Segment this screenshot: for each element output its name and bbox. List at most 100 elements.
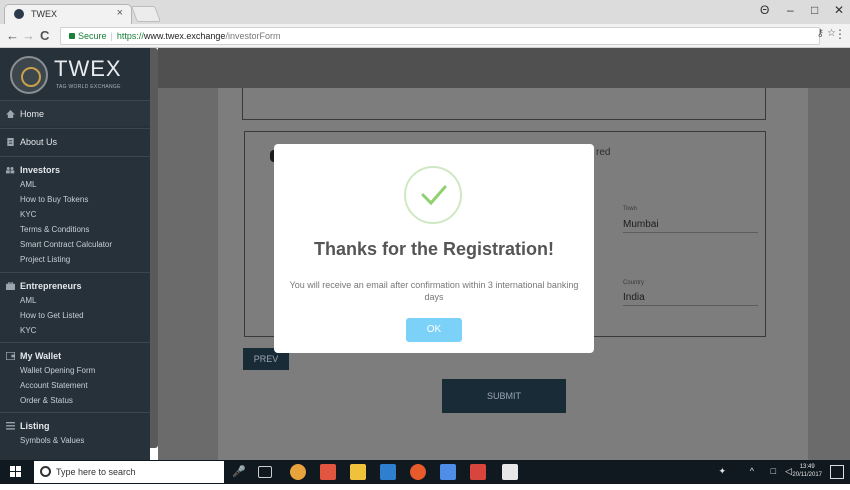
top-header-band bbox=[158, 48, 850, 88]
sidebar-group-entrepreneurs: Entrepreneurs AML How to Get Listed KYC bbox=[0, 272, 150, 342]
address-bar[interactable]: Secure | https://www.twex.exchange/investo… bbox=[60, 27, 820, 45]
home-icon bbox=[6, 110, 15, 118]
sidebar-subitem[interactable]: KYC bbox=[0, 207, 150, 222]
sidebar-subitem[interactable]: Terms & Conditions bbox=[0, 222, 150, 237]
form-section-previous bbox=[242, 88, 766, 120]
taskbar-search-placeholder: Type here to search bbox=[56, 467, 136, 477]
dialog-message: You will receive an email after confirma… bbox=[289, 280, 579, 302]
address-separator: | bbox=[110, 31, 113, 41]
browser-tab-strip: TWEX × Θ – □ ✕ bbox=[0, 0, 850, 24]
office-app-icon[interactable] bbox=[320, 464, 336, 480]
country-label: Country bbox=[623, 280, 645, 286]
town-label: Town bbox=[623, 206, 638, 212]
sidebar-subitem[interactable]: How to Get Listed bbox=[0, 308, 150, 323]
twex-logo[interactable]: TWEX TAG WORLD EXCHANGE bbox=[10, 54, 148, 98]
close-window-button[interactable]: ✕ bbox=[834, 3, 844, 17]
network-icon[interactable]: □ bbox=[771, 466, 776, 490]
key-icon[interactable]: ⚷ bbox=[817, 28, 824, 39]
new-tab-button[interactable] bbox=[131, 6, 161, 22]
notes-app-icon[interactable] bbox=[440, 464, 456, 480]
url-scheme: https:// bbox=[116, 31, 144, 41]
taskbar-clock[interactable]: 13:49 20/11/2017 bbox=[792, 463, 822, 479]
vscode-app-icon[interactable] bbox=[380, 464, 396, 480]
checkmark-icon bbox=[421, 185, 447, 206]
clock-time: 13:49 bbox=[799, 464, 815, 470]
tray-overflow-icon[interactable]: ^ bbox=[750, 466, 754, 490]
sidebar-item-investors-label: Investors bbox=[20, 165, 61, 175]
sidebar-item-listing[interactable]: Listing bbox=[0, 419, 150, 433]
wallet-icon bbox=[6, 352, 15, 360]
sidebar-item-wallet-label: My Wallet bbox=[20, 351, 62, 361]
submit-button[interactable]: SUBMIT bbox=[442, 379, 566, 413]
sidebar-item-entrepreneurs-label: Entrepreneurs bbox=[20, 281, 82, 291]
sidebar-group-listing: Listing Symbols & Values bbox=[0, 412, 150, 460]
sidebar-item-entrepreneurs[interactable]: Entrepreneurs bbox=[0, 279, 150, 293]
tab-close-icon[interactable]: × bbox=[117, 7, 123, 19]
sidebar-item-wallet[interactable]: My Wallet bbox=[0, 349, 150, 363]
windows-start-icon[interactable] bbox=[10, 466, 22, 478]
microphone-icon[interactable]: 🎤 bbox=[232, 465, 246, 478]
logo-subtitle: TAG WORLD EXCHANGE bbox=[56, 84, 121, 90]
document-icon bbox=[7, 138, 14, 146]
secure-label: Secure bbox=[78, 31, 107, 41]
cortana-circle-icon bbox=[40, 466, 51, 477]
users-icon bbox=[6, 167, 15, 174]
sidebar-item-about-label: About Us bbox=[20, 137, 58, 147]
restore-button[interactable]: □ bbox=[811, 3, 818, 17]
town-field[interactable]: Mumbai bbox=[623, 219, 758, 233]
reload-icon[interactable]: C bbox=[40, 28, 49, 43]
minimize-button[interactable]: – bbox=[787, 3, 794, 17]
sidebar-subitem[interactable]: KYC bbox=[0, 323, 150, 338]
office-lens-icon[interactable] bbox=[470, 464, 486, 480]
registration-success-dialog: Thanks for the Registration! You will re… bbox=[274, 144, 594, 353]
tab-title: TWEX bbox=[31, 9, 57, 19]
action-center-icon[interactable] bbox=[830, 465, 844, 479]
sidebar-subitem[interactable]: Symbols & Values bbox=[0, 433, 150, 448]
chrome-app-icon[interactable] bbox=[290, 464, 306, 480]
browser-menu-icon[interactable]: ⋮ bbox=[834, 27, 846, 41]
logo-emblem-icon bbox=[10, 56, 48, 94]
ok-button[interactable]: OK bbox=[406, 318, 462, 342]
sidebar-subitem[interactable]: AML bbox=[0, 293, 150, 308]
success-check-circle bbox=[404, 166, 462, 224]
sidebar-subitem[interactable]: Account Statement bbox=[0, 378, 150, 393]
user-profile-icon[interactable]: Θ bbox=[760, 3, 769, 17]
file-explorer-icon[interactable] bbox=[350, 464, 366, 480]
sidebar-subitem[interactable]: Order & Status bbox=[0, 393, 150, 408]
sidebar-group-investors: Investors AML How to Buy Tokens KYC Term… bbox=[0, 156, 150, 272]
lock-icon bbox=[69, 33, 75, 39]
list-icon bbox=[6, 422, 15, 430]
country-field[interactable]: India bbox=[623, 292, 758, 306]
sidebar-item-about[interactable]: About Us bbox=[0, 128, 150, 154]
sidebar-scrollbar[interactable] bbox=[150, 48, 158, 448]
sidebar-subitem[interactable]: Project Listing bbox=[0, 252, 150, 267]
site-favicon-icon bbox=[14, 9, 24, 19]
sidebar-subitem[interactable]: How to Buy Tokens bbox=[0, 192, 150, 207]
url-host: www.twex.exchange bbox=[143, 31, 226, 41]
photos-app-icon[interactable] bbox=[502, 464, 518, 480]
sidebar-subitem[interactable]: Smart Contract Calculator bbox=[0, 237, 150, 252]
browser-tab[interactable]: TWEX × bbox=[4, 4, 132, 24]
windows-taskbar: Type here to search 🎤 ✦ ^ □ ◁ 13:49 20/1… bbox=[0, 460, 850, 484]
sidebar-item-home-label: Home bbox=[20, 109, 45, 119]
volume-icon[interactable]: ◁ bbox=[785, 466, 792, 490]
back-arrow-icon[interactable]: ← bbox=[6, 28, 19, 43]
forward-arrow-icon[interactable]: → bbox=[22, 28, 35, 43]
sidebar-subitem[interactable]: AML bbox=[0, 177, 150, 192]
url-path: /investorForm bbox=[225, 31, 281, 41]
logo-title: TWEX bbox=[54, 56, 122, 81]
taskbar-search-input[interactable]: Type here to search bbox=[34, 461, 224, 483]
sidebar-group-wallet: My Wallet Wallet Opening Form Account St… bbox=[0, 342, 150, 412]
people-icon[interactable]: ✦ bbox=[718, 466, 726, 490]
browser-toolbar: ← → C Secure | https://www.twex.exchange/i… bbox=[0, 24, 850, 48]
sidebar-item-listing-label: Listing bbox=[20, 421, 50, 431]
sidebar-item-investors[interactable]: Investors bbox=[0, 163, 150, 177]
dialog-title: Thanks for the Registration! bbox=[313, 239, 555, 259]
briefcase-icon bbox=[6, 282, 15, 290]
partial-heading-text: red bbox=[596, 147, 611, 158]
sidebar-item-home[interactable]: Home bbox=[0, 100, 150, 126]
postman-app-icon[interactable] bbox=[410, 464, 426, 480]
sidebar: TWEX TAG WORLD EXCHANGE Home About Us In… bbox=[0, 48, 150, 460]
task-view-icon[interactable] bbox=[258, 466, 272, 478]
sidebar-subitem[interactable]: Wallet Opening Form bbox=[0, 363, 150, 378]
